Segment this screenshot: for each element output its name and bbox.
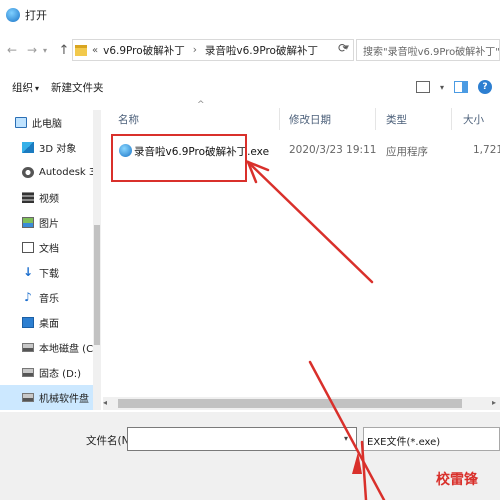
filename-input[interactable] — [127, 427, 357, 451]
download-icon: ↓ — [22, 265, 34, 279]
scroll-left-icon[interactable]: ◂ — [103, 398, 107, 407]
app-icon — [6, 8, 20, 22]
search-input[interactable]: 搜索"录音啦v6.9Pro破解补丁" — [356, 39, 500, 61]
watermark: 校雷锋 — [436, 472, 478, 488]
sidebar-item-music[interactable]: ♪ 音乐 — [0, 285, 95, 310]
back-arrow-icon[interactable]: ← — [4, 40, 20, 60]
recent-locations-chevron-icon[interactable]: ▾ — [40, 40, 50, 60]
new-folder-button[interactable]: 新建文件夹 — [51, 80, 104, 95]
organize-label: 组织 — [12, 81, 33, 94]
bottom-panel — [0, 412, 500, 500]
column-header-size[interactable]: 大小 — [463, 112, 484, 127]
highlight-box — [111, 134, 247, 182]
sidebar-item-label: 下载 — [39, 269, 59, 280]
sidebar-item-this-pc[interactable]: 此电脑 — [0, 110, 95, 135]
address-bar[interactable]: « v6.9Pro破解补丁 › 录音啦v6.9Pro破解补丁 ▾ — [72, 39, 354, 61]
up-arrow-icon[interactable]: ↑ — [56, 40, 72, 60]
sidebar-item-label: 3D 对象 — [39, 144, 77, 155]
sidebar-item-label: Autodesk 360 — [39, 167, 95, 178]
sidebar-item-drive-c[interactable]: 本地磁盘 (C:) — [0, 335, 95, 360]
navigation-bar: ← → ▾ ↑ « v6.9Pro破解补丁 › 录音啦v6.9Pro破解补丁 ▾… — [0, 30, 500, 70]
forward-arrow-icon[interactable]: → — [24, 40, 40, 60]
column-header-date[interactable]: 修改日期 — [289, 112, 331, 127]
change-view-icon[interactable] — [415, 81, 430, 93]
file-size: 1,721 — [473, 144, 500, 156]
column-divider[interactable] — [375, 108, 376, 130]
refresh-icon[interactable]: ⟳ — [338, 41, 348, 55]
document-icon — [22, 242, 34, 253]
3d-objects-icon — [22, 142, 34, 153]
preview-pane-icon[interactable] — [454, 81, 468, 93]
sidebar-item-label: 文档 — [39, 244, 59, 255]
breadcrumb-current[interactable]: 录音啦v6.9Pro破解补丁 — [205, 43, 318, 58]
file-date: 2020/3/23 19:11 — [289, 144, 377, 156]
filename-dropdown-chevron-icon[interactable]: ▾ — [344, 434, 348, 443]
sidebar-item-drive-d[interactable]: 固态 (D:) — [0, 360, 95, 385]
sidebar-item-drive-e[interactable]: 机械软件盘 (E:) — [0, 385, 95, 410]
sidebar-item-downloads[interactable]: ↓ 下载 — [0, 260, 95, 285]
navigation-pane: 此电脑 3D 对象 Autodesk 360 视频 图片 文档 ↓ 下载 ♪ 音… — [0, 110, 95, 410]
video-icon — [22, 192, 34, 203]
drive-icon — [22, 368, 34, 377]
column-header-type[interactable]: 类型 — [386, 112, 407, 127]
music-icon: ♪ — [24, 290, 32, 304]
file-type: 应用程序 — [386, 146, 428, 158]
address-overflow-chevron[interactable]: « — [92, 45, 98, 56]
help-icon[interactable]: ? — [478, 80, 492, 94]
file-type-select[interactable]: EXE文件(*.exe) — [363, 427, 500, 451]
sort-ascending-icon: ^ — [197, 100, 205, 110]
sidebar-item-label: 图片 — [39, 219, 59, 230]
column-divider[interactable] — [279, 108, 280, 130]
sidebar-item-3d-objects[interactable]: 3D 对象 — [0, 135, 95, 160]
search-placeholder: 搜索"录音啦v6.9Pro破解补丁" — [363, 46, 500, 58]
picture-icon — [22, 217, 34, 228]
drive-icon — [22, 393, 34, 402]
drive-icon — [22, 343, 34, 352]
breadcrumb-parent[interactable]: v6.9Pro破解补丁 — [103, 43, 185, 58]
organize-button[interactable]: 组织 ▾ — [12, 80, 39, 95]
desktop-icon — [22, 317, 34, 328]
folder-icon — [75, 44, 87, 56]
sidebar-item-pictures[interactable]: 图片 — [0, 210, 95, 235]
sidebar-item-label: 此电脑 — [32, 119, 62, 130]
sidebar-item-videos[interactable]: 视频 — [0, 185, 95, 210]
sidebar-item-autodesk-360[interactable]: Autodesk 360 — [0, 160, 95, 185]
column-divider[interactable] — [451, 108, 452, 130]
scroll-right-icon[interactable]: ▸ — [492, 398, 496, 407]
title-bar: 打开 — [0, 0, 500, 30]
column-header-name[interactable]: 名称 — [118, 112, 139, 127]
sidebar-item-label: 视频 — [39, 194, 59, 205]
sidebar-item-desktop[interactable]: 桌面 — [0, 310, 95, 335]
sidebar-item-label: 桌面 — [39, 319, 59, 330]
sidebar-item-label: 音乐 — [39, 294, 59, 305]
autodesk-icon — [22, 167, 34, 178]
command-toolbar: 组织 ▾ 新建文件夹 ▾ ? — [0, 74, 500, 100]
window-title: 打开 — [25, 9, 47, 22]
sidebar-scrollbar-thumb[interactable] — [94, 225, 100, 345]
sidebar-item-label: 固态 (D:) — [39, 369, 82, 380]
sidebar-item-label: 本地磁盘 (C:) — [39, 344, 95, 355]
sidebar-item-label: 机械软件盘 (E:) — [39, 394, 95, 405]
breadcrumb-separator-icon[interactable]: › — [193, 44, 197, 56]
horizontal-scrollbar-thumb[interactable] — [118, 399, 462, 408]
view-options-chevron-icon[interactable]: ▾ — [440, 83, 444, 92]
caret-down-icon: ▾ — [35, 83, 40, 93]
computer-icon — [15, 117, 27, 128]
sidebar-item-documents[interactable]: 文档 — [0, 235, 95, 260]
